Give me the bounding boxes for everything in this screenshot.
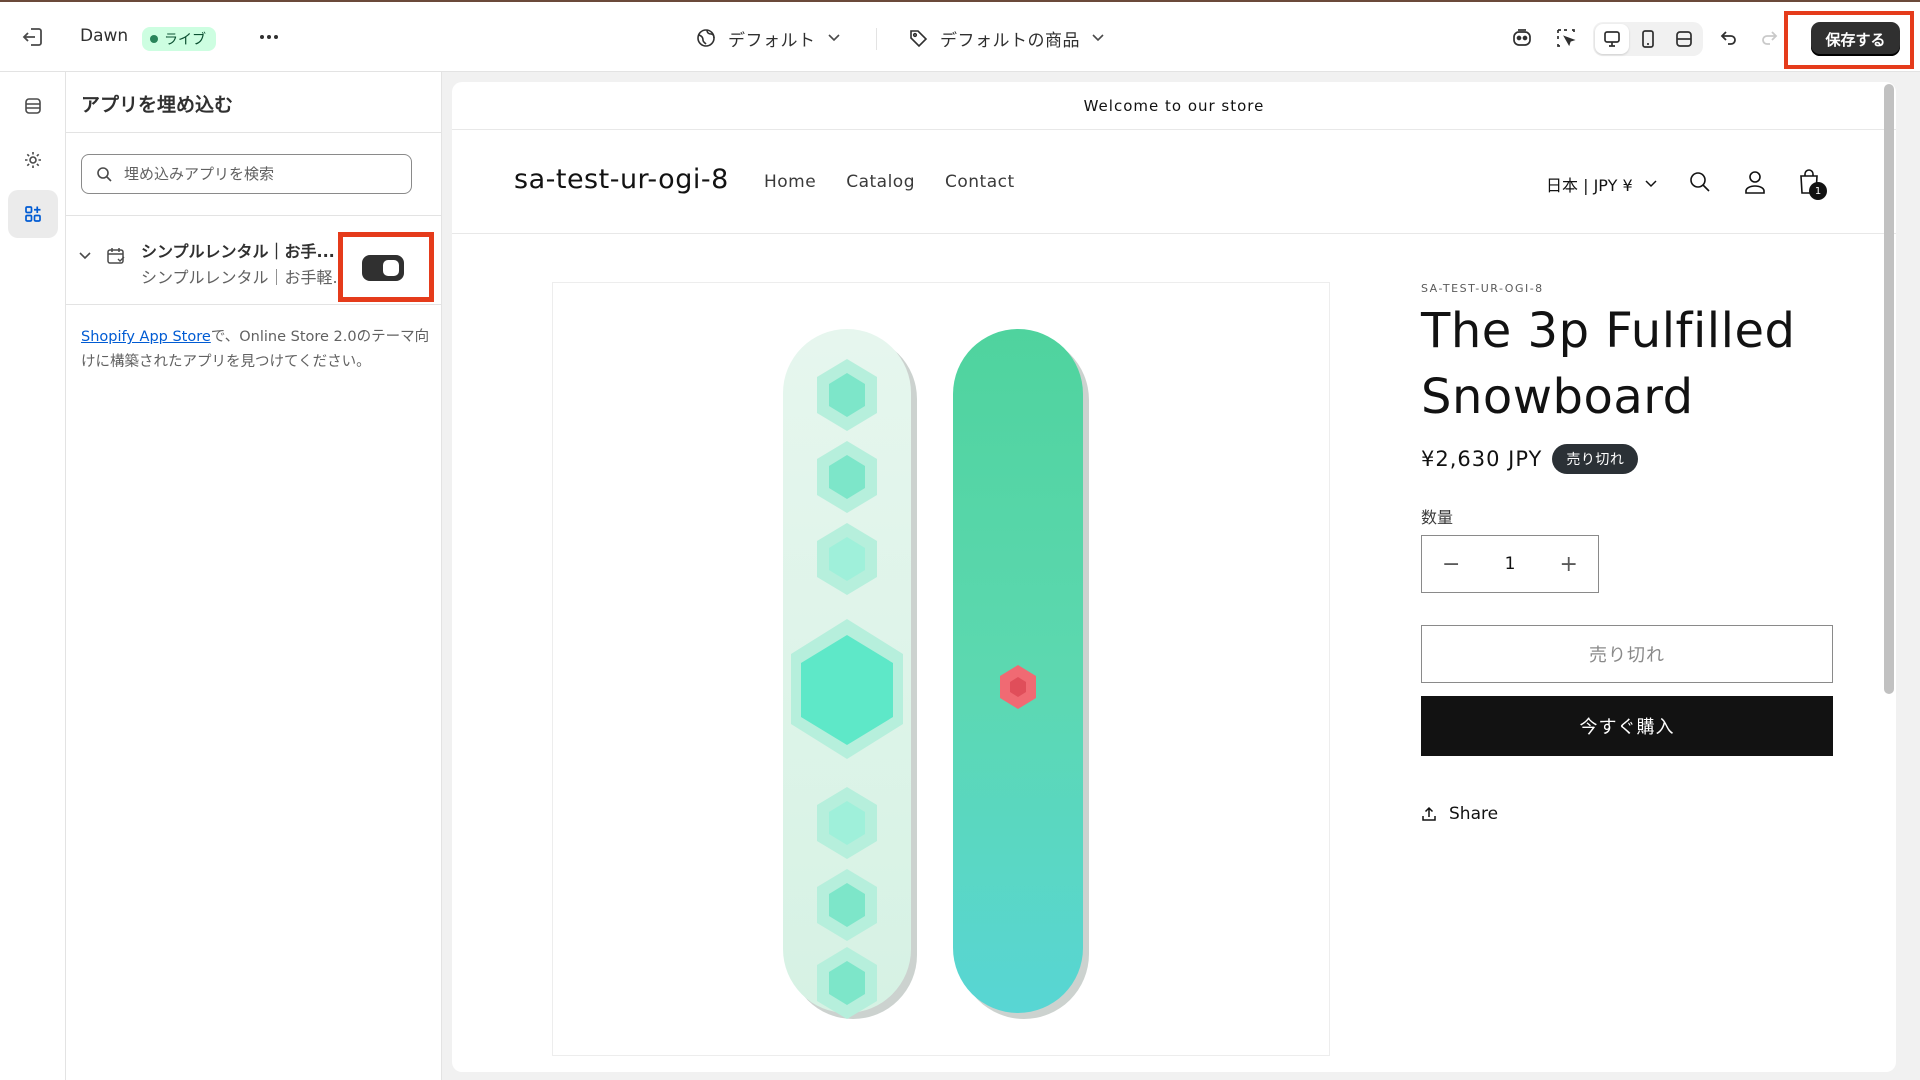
- template-dropdown-label: デフォルトの商品: [940, 30, 1080, 51]
- mobile-icon: [1642, 30, 1654, 48]
- template-dropdown[interactable]: デフォルトの商品: [908, 24, 1104, 52]
- search-icon: [97, 167, 112, 182]
- quantity-value[interactable]: 1: [1505, 554, 1516, 574]
- app-embeds-nav-button[interactable]: [8, 190, 58, 238]
- account-icon: [1745, 171, 1765, 194]
- app-search-input[interactable]: [124, 165, 384, 183]
- main-nav: Home Catalog Contact: [764, 172, 1015, 192]
- app-embed-row[interactable]: シンプルレンタル｜お手... シンプルレンタル｜お手軽...: [66, 224, 442, 304]
- app-embeds-panel: アプリを埋め込む シンプルレンタル｜お手... シンプルレンタル｜お手軽... …: [66, 72, 442, 1080]
- buy-now-button[interactable]: 今すぐ購入: [1421, 696, 1833, 756]
- fullscreen-icon: [1676, 31, 1692, 47]
- quantity-label: 数量: [1421, 508, 1454, 527]
- price-row: ¥2,630 JPY 売り切れ: [1421, 444, 1639, 474]
- product-price: ¥2,630 JPY: [1421, 447, 1543, 471]
- save-button[interactable]: 保存する: [1811, 22, 1900, 56]
- select-cursor-icon: [1557, 29, 1576, 47]
- account-button[interactable]: [1739, 166, 1771, 198]
- panel-divider: [66, 215, 442, 216]
- undo-button[interactable]: [1714, 23, 1744, 53]
- cart-count-badge: 1: [1809, 182, 1827, 200]
- app-store-link[interactable]: Shopify App Store: [81, 329, 211, 345]
- live-badge: ライブ: [142, 27, 216, 51]
- product-vendor: SA-TEST-UR-OGI-8: [1421, 282, 1544, 295]
- store-search-button[interactable]: [1684, 166, 1716, 198]
- toggle-highlight: [338, 232, 434, 302]
- device-preview-group: [1593, 22, 1703, 56]
- desktop-icon: [1604, 31, 1620, 47]
- redo-icon: [1762, 31, 1778, 45]
- share-label: Share: [1449, 804, 1499, 824]
- market-dropdown[interactable]: デフォルト: [696, 24, 840, 52]
- share-button[interactable]: Share: [1421, 804, 1498, 824]
- quantity-decrease-button[interactable]: −: [1442, 552, 1460, 577]
- inspector-button[interactable]: [1551, 23, 1581, 53]
- nav-link-contact[interactable]: Contact: [945, 172, 1015, 192]
- globe-icon: [697, 29, 715, 47]
- chevron-down-icon: [1645, 180, 1657, 188]
- ai-assistant-button[interactable]: [1507, 23, 1537, 53]
- live-label: ライブ: [164, 32, 206, 48]
- redo-button[interactable]: [1754, 23, 1784, 53]
- product-title: The 3p Fulfilled Snowboard: [1421, 303, 1796, 425]
- app-search-field[interactable]: [81, 154, 412, 194]
- sold-out-button[interactable]: 売り切れ: [1421, 625, 1833, 683]
- nav-link-home[interactable]: Home: [764, 172, 816, 192]
- chevron-down-icon: [827, 34, 840, 42]
- product-media[interactable]: [552, 282, 1330, 1056]
- quantity-stepper: − 1 +: [1421, 535, 1599, 593]
- chevron-down-icon: [1092, 34, 1104, 42]
- gear-icon: [25, 152, 41, 168]
- app-embed-toggle[interactable]: [362, 255, 404, 281]
- theme-settings-nav-button[interactable]: [8, 136, 58, 184]
- sold-out-badge: 売り切れ: [1552, 444, 1639, 474]
- search-icon: [1690, 172, 1710, 192]
- country-currency-selector[interactable]: 日本 | JPY ¥: [1546, 172, 1657, 196]
- store-header: sa-test-ur-ogi-8 Home Catalog Contact 日本…: [452, 130, 1896, 234]
- panel-title: アプリを埋め込む: [81, 94, 234, 116]
- market-dropdown-label: デフォルト: [728, 30, 816, 51]
- more-actions-icon[interactable]: [256, 24, 282, 50]
- mobile-preview-button[interactable]: [1631, 24, 1665, 54]
- editor-rail: [0, 72, 66, 1080]
- app-embed-name: シンプルレンタル｜お手...: [141, 242, 335, 261]
- preview-scrollbar[interactable]: [1884, 84, 1894, 694]
- sections-icon: [25, 98, 41, 114]
- topbar-divider: [876, 28, 877, 50]
- theme-name: Dawn: [80, 26, 129, 46]
- live-dot-icon: [150, 35, 158, 43]
- panel-divider: [66, 132, 442, 133]
- desktop-preview-button[interactable]: [1595, 24, 1629, 54]
- nav-link-catalog[interactable]: Catalog: [846, 172, 915, 192]
- undo-icon: [1720, 31, 1736, 45]
- tag-icon: [910, 30, 928, 48]
- panel-divider: [66, 304, 442, 305]
- chevron-down-icon[interactable]: [78, 248, 92, 262]
- apps-icon: [25, 206, 41, 222]
- snowboard-base-image: [953, 329, 1089, 1019]
- quantity-increase-button[interactable]: +: [1560, 552, 1578, 577]
- editor-topbar: Dawn ライブ デフォルト デフォルトの商品 保存する: [0, 0, 1920, 72]
- storefront-preview: Welcome to our store sa-test-ur-ogi-8 Ho…: [452, 82, 1896, 1072]
- app-embed-subtitle: シンプルレンタル｜お手軽...: [141, 268, 336, 287]
- sections-nav-button[interactable]: [8, 82, 58, 130]
- toggle-knob: [383, 260, 399, 276]
- cart-button[interactable]: 1: [1793, 166, 1827, 200]
- exit-icon[interactable]: [22, 24, 48, 50]
- share-icon: [1422, 806, 1436, 821]
- sidekick-icon: [1513, 29, 1531, 46]
- fullscreen-preview-button[interactable]: [1667, 24, 1701, 54]
- calendar-icon: [107, 248, 125, 264]
- app-store-note: Shopify App Storeで、Online Store 2.0のテーマ向…: [81, 325, 431, 375]
- store-logo-text[interactable]: sa-test-ur-ogi-8: [514, 164, 729, 195]
- announcement-bar: Welcome to our store: [452, 82, 1896, 130]
- locale-label: 日本 | JPY ¥: [1546, 176, 1633, 195]
- snowboard-top-image: [783, 329, 917, 1019]
